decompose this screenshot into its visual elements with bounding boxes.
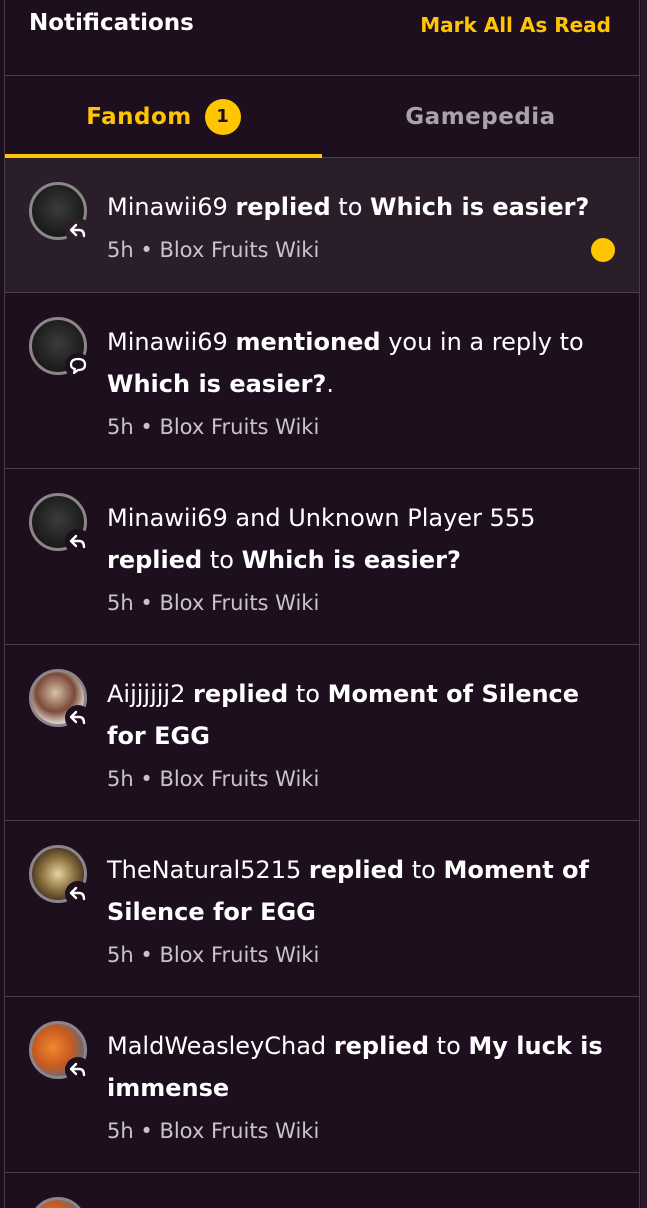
- notification-text: MaldWeasleyChad replied to My luck is im…: [107, 1025, 609, 1109]
- notification-suffix: .: [326, 370, 334, 398]
- notification-target: Which is easier?: [107, 370, 327, 398]
- notification-time: 5h: [107, 415, 134, 439]
- notification-item[interactable]: Minawii69 replied to Which is easier? 5h…: [5, 158, 639, 293]
- notification-action: mentioned: [235, 328, 381, 356]
- reply-icon: [65, 218, 91, 244]
- notification-meta: 5h • Blox Fruits Wiki: [107, 415, 319, 439]
- mention-icon: [65, 353, 91, 379]
- tab-gamepedia-label: Gamepedia: [405, 103, 556, 130]
- user-avatar-image: [29, 1197, 87, 1208]
- notification-user: Minawii69 and Unknown Player 555: [107, 504, 536, 532]
- unread-dot: [591, 238, 615, 262]
- avatar: [29, 845, 91, 907]
- notification-user: TheNatural5215: [107, 856, 302, 884]
- notification-target: Which is easier?: [241, 546, 461, 574]
- background-page-edge: [641, 0, 647, 1208]
- notifications-title: Notifications: [29, 10, 194, 36]
- meta-separator: •: [140, 767, 153, 791]
- notification-connector: to: [338, 193, 363, 221]
- notification-time: 5h: [107, 767, 134, 791]
- notification-target: Which is easier?: [370, 193, 590, 221]
- tab-fandom-label: Fandom: [86, 103, 192, 130]
- notification-action: replied: [107, 546, 203, 574]
- notification-meta: 5h • Blox Fruits Wiki: [107, 767, 319, 791]
- notification-user: MaldWeasleyChad: [107, 1032, 327, 1060]
- notification-connector: to: [295, 680, 320, 708]
- reply-icon: [65, 705, 91, 731]
- tab-gamepedia[interactable]: Gamepedia: [322, 76, 639, 157]
- notification-wiki: Blox Fruits Wiki: [159, 415, 320, 439]
- notification-time: 5h: [107, 1119, 134, 1143]
- notification-text: Minawii69 and Unknown Player 555 replied…: [107, 497, 609, 581]
- notification-meta: 5h • Blox Fruits Wiki: [107, 591, 319, 615]
- notification-user: Aijjjjjj2: [107, 680, 186, 708]
- avatar: [29, 493, 91, 555]
- unread-count-badge: 1: [204, 98, 241, 135]
- notifications-header: Notifications Mark All As Read: [5, 0, 639, 76]
- notification-wiki: Blox Fruits Wiki: [159, 238, 320, 262]
- notification-action: replied: [235, 193, 331, 221]
- meta-separator: •: [140, 238, 153, 262]
- notification-meta: 5h • Blox Fruits Wiki: [107, 943, 319, 967]
- notification-item-partial[interactable]: [5, 1173, 639, 1208]
- avatar: [29, 1197, 91, 1208]
- notification-text: Minawii69 replied to Which is easier?: [107, 186, 609, 228]
- avatar: [29, 669, 91, 731]
- notifications-panel: Notifications Mark All As Read Fandom 1 …: [4, 0, 640, 1208]
- notification-time: 5h: [107, 943, 134, 967]
- avatar: [29, 317, 91, 379]
- notification-action: replied: [193, 680, 289, 708]
- mark-all-read-button[interactable]: Mark All As Read: [420, 13, 611, 37]
- meta-separator: •: [140, 943, 153, 967]
- reply-icon: [65, 881, 91, 907]
- reply-icon: [65, 529, 91, 555]
- notification-item[interactable]: Minawii69 mentioned you in a reply to Wh…: [5, 293, 639, 469]
- notification-time: 5h: [107, 591, 134, 615]
- notification-action: replied: [333, 1032, 430, 1060]
- notification-text: Minawii69 mentioned you in a reply to Wh…: [107, 321, 609, 405]
- notification-item[interactable]: Aijjjjjj2 replied to Moment of Silence f…: [5, 645, 639, 821]
- notification-wiki: Blox Fruits Wiki: [159, 943, 320, 967]
- notification-item[interactable]: Minawii69 and Unknown Player 555 replied…: [5, 469, 639, 645]
- tab-fandom[interactable]: Fandom 1: [5, 76, 322, 158]
- avatar: [29, 182, 91, 244]
- notification-text: TheNatural5215 replied to Moment of Sile…: [107, 849, 609, 933]
- notification-connector: to: [411, 856, 436, 884]
- meta-separator: •: [140, 591, 153, 615]
- notification-meta: 5h • Blox Fruits Wiki: [107, 238, 319, 262]
- notification-user: Minawii69: [107, 328, 228, 356]
- meta-separator: •: [140, 1119, 153, 1143]
- reply-icon: [65, 1057, 91, 1083]
- notification-tabs: Fandom 1 Gamepedia: [5, 76, 639, 158]
- notification-connector: to: [209, 546, 234, 574]
- notification-item[interactable]: MaldWeasleyChad replied to My luck is im…: [5, 997, 639, 1173]
- notification-action: replied: [308, 856, 405, 884]
- avatar: [29, 1021, 91, 1083]
- notification-wiki: Blox Fruits Wiki: [159, 1119, 320, 1143]
- notification-meta: 5h • Blox Fruits Wiki: [107, 1119, 319, 1143]
- notification-connector: to: [436, 1032, 461, 1060]
- notification-connector: you in a reply to: [388, 328, 584, 356]
- notification-item[interactable]: TheNatural5215 replied to Moment of Sile…: [5, 821, 639, 997]
- meta-separator: •: [140, 415, 153, 439]
- notification-wiki: Blox Fruits Wiki: [159, 767, 320, 791]
- notification-wiki: Blox Fruits Wiki: [159, 591, 320, 615]
- notification-user: Minawii69: [107, 193, 228, 221]
- notification-text: Aijjjjjj2 replied to Moment of Silence f…: [107, 673, 609, 757]
- notification-time: 5h: [107, 238, 134, 262]
